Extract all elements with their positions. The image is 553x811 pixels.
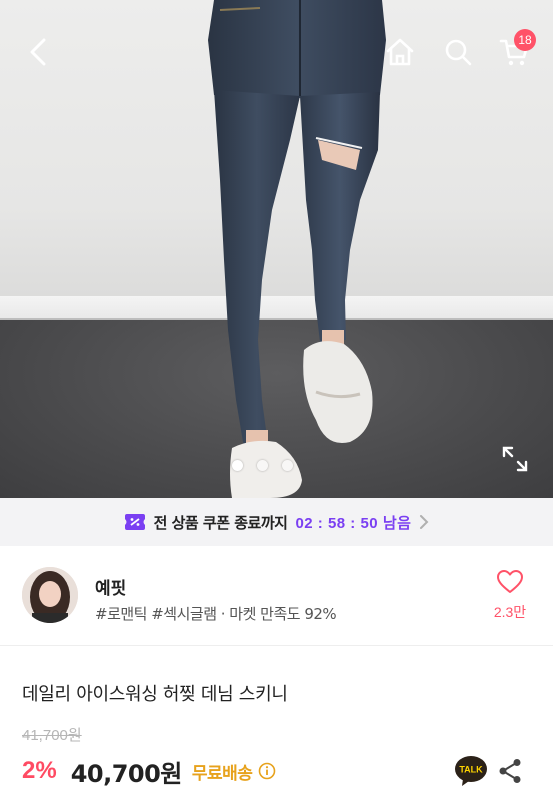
- kakaotalk-icon: TALK: [455, 756, 487, 786]
- seller-name[interactable]: 예핏: [95, 574, 126, 599]
- seller-like-button[interactable]: 2.3만: [490, 570, 530, 622]
- back-icon: [30, 38, 46, 66]
- product-image-gallery[interactable]: 18: [0, 0, 553, 498]
- talk-label: TALK: [459, 765, 483, 775]
- seller-avatar[interactable]: [22, 567, 78, 623]
- coupon-ticket-icon: [124, 513, 146, 531]
- coupon-label: 전 상품 쿠폰 종료까지: [153, 513, 288, 532]
- price-row: 2% 40,700원 무료배송: [22, 755, 276, 788]
- seller-info-row[interactable]: 예핏 #로맨틱 #섹시글램 · 마켓 만족도 92% 2.3만: [0, 546, 553, 646]
- seller-tags: #로맨틱 #섹시글램 · 마켓 만족도 92%: [95, 605, 337, 623]
- home-button[interactable]: [378, 30, 422, 74]
- discount-rate: 2%: [22, 757, 57, 784]
- original-price: 41,700원: [22, 727, 82, 744]
- gallery-pagination[interactable]: [232, 460, 293, 471]
- cart-count-badge: 18: [514, 29, 536, 51]
- free-shipping-label: 무료배송: [191, 763, 253, 784]
- expand-icon: [502, 446, 528, 472]
- product-photo: [0, 0, 553, 498]
- product-title: 데일리 아이스워싱 허찢 데님 스키니: [22, 684, 288, 705]
- share-button[interactable]: [496, 756, 524, 786]
- kakaotalk-share-button[interactable]: TALK: [454, 755, 488, 787]
- sale-price: 40,700원: [70, 759, 183, 788]
- search-icon: [445, 39, 472, 66]
- seller-profile-photo: [22, 567, 78, 623]
- like-count: 2.3만: [493, 604, 527, 620]
- coupon-countdown-banner[interactable]: 전 상품 쿠폰 종료까지 02 : 58 : 50 남음: [0, 498, 553, 546]
- heart-icon: [497, 570, 523, 593]
- coupon-countdown-timer: 02 : 58 : 50 남음: [295, 514, 412, 532]
- gallery-dot-active[interactable]: [232, 460, 243, 471]
- home-icon: [386, 38, 414, 66]
- model-wearing-jeans-image: [208, 0, 386, 498]
- expand-image-button[interactable]: [500, 444, 530, 474]
- cart-button[interactable]: 18: [492, 29, 536, 74]
- search-button[interactable]: [436, 30, 480, 74]
- gallery-dot[interactable]: [257, 460, 268, 471]
- share-icon: [499, 759, 521, 783]
- info-icon[interactable]: [258, 762, 276, 780]
- gallery-dot[interactable]: [282, 460, 293, 471]
- chevron-right-icon: [419, 515, 429, 529]
- back-button[interactable]: [16, 30, 60, 74]
